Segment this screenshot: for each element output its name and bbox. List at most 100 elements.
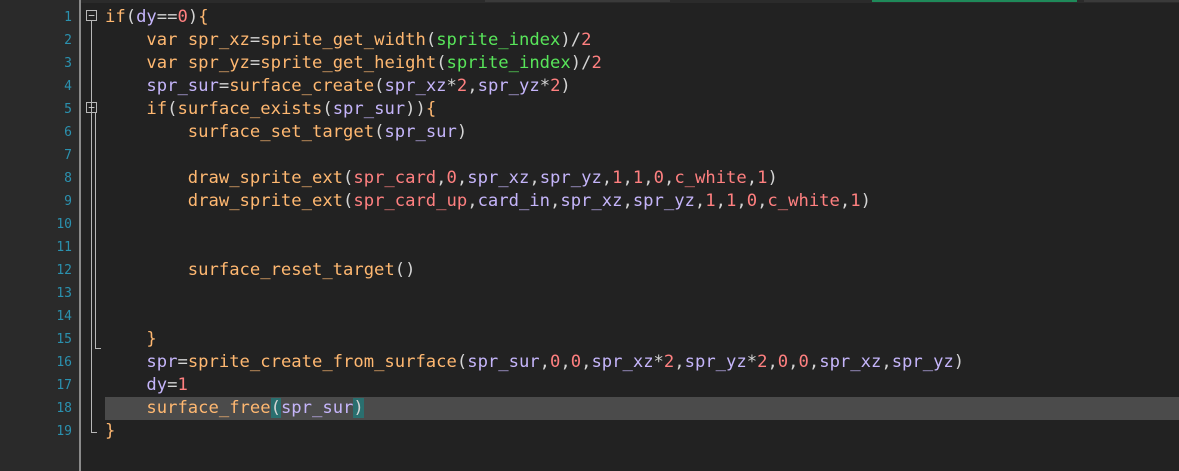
token-variable: spr_sur [280,398,354,418]
token-constant: c_white [767,191,840,211]
token-punctuation: , [674,352,685,372]
code-line[interactable]: var spr_yz=sprite_get_height(sprite_inde… [105,52,1179,75]
line-number: 4 [64,79,72,94]
token-variable: spr_yz [891,352,954,372]
code-editor[interactable]: 1 2 3 4 5 6 7 8 9 10 11 12 13 14 15 16 17 18 19 − − if(dy=… [0,0,1179,471]
token-number-literal: 2 [757,352,768,372]
code-line[interactable]: var spr_xz=sprite_get_width(sprite_index… [105,29,1179,52]
token-variable: spr [146,352,178,372]
token-number-literal: 0 [653,168,664,188]
fold-collapse-icon[interactable]: − [86,10,97,21]
token-number-literal: 1 [757,168,768,188]
token-punctuation: , [757,191,768,211]
code-area[interactable]: if(dy==0){ var spr_xz=sprite_get_width(s… [105,6,1179,443]
token-punctuation: ) [570,53,582,73]
token-punctuation: , [767,352,778,372]
token-variable: spr_sur [332,99,406,119]
token-function-name: sprite_get_height [260,53,437,73]
token-number-literal: 0 [446,168,457,188]
token-punctuation: , [581,352,592,372]
code-line[interactable]: dy=1 [105,374,1179,397]
token-number-literal: 0 [570,352,582,372]
token-punctuation: () [394,260,416,280]
token-variable: spr_sur [467,352,540,372]
token-number-literal: 1 [177,375,188,395]
tab-indicator-1[interactable] [485,0,670,2]
token-function-name: draw_sprite_ext [187,191,344,211]
token-function-name: surface_set_target [187,122,375,142]
token-keyword: if [146,99,168,119]
code-line[interactable]: if(surface_exists(spr_sur)){ [105,98,1179,121]
code-line[interactable] [105,144,1179,167]
code-line[interactable]: draw_sprite_ext(spr_card,0,spr_xz,spr_yz… [105,167,1179,190]
fold-guide-inner [95,113,96,348]
line-number-gutter: 1 2 3 4 5 6 7 8 9 10 11 12 13 14 15 16 17 18 19 [0,0,79,471]
line-number: 17 [56,378,72,393]
line-number: 18 [56,401,72,416]
code-line[interactable]: surface_set_target(spr_sur) [105,121,1179,144]
line-number: 1 [64,10,72,25]
line-number: 12 [56,263,72,278]
code-line[interactable] [105,305,1179,328]
code-line[interactable]: spr_sur=surface_create(spr_xz*2,spr_yz*2… [105,75,1179,98]
token-punctuation: ( [374,76,385,96]
token-variable: spr_xz [467,168,530,188]
token-resource-name: sprite_index [446,53,571,73]
token-function-name: sprite_create_from_surface [187,352,457,372]
code-line[interactable]: spr=sprite_create_from_surface(spr_sur,0… [105,351,1179,374]
token-keyword: } [146,329,157,349]
line-number: 3 [64,56,72,71]
code-line[interactable]: if(dy==0){ [105,6,1179,29]
token-asset-name: spr_card_up [353,191,468,211]
token-operator: / [570,30,582,50]
code-line[interactable]: surface_free(spr_sur) [105,397,1179,420]
code-line[interactable]: surface_reset_target() [105,259,1179,282]
tab-indicator-3[interactable] [1084,0,1179,2]
code-line[interactable]: draw_sprite_ext(spr_card_up,card_in,spr_… [105,190,1179,213]
fold-guide [91,21,92,432]
code-line[interactable] [105,282,1179,305]
token-punctuation: ( [425,30,437,50]
line-number: 13 [56,286,72,301]
token-punctuation: , [601,168,613,188]
code-line[interactable]: } [105,328,1179,351]
token-punctuation: , [622,191,633,211]
token-matched-bracket: ( [270,398,281,418]
tab-strip [0,0,1179,3]
token-number-literal: 1 [725,191,737,211]
token-punctuation: , [746,168,758,188]
token-variable: card_in [477,191,550,211]
token-punctuation: , [539,352,551,372]
token-punctuation: , [788,352,799,372]
code-line[interactable] [105,236,1179,259]
token-operator: = [249,30,261,50]
token-punctuation: , [467,191,478,211]
token-variable: spr_yz [477,76,540,96]
line-number: 19 [56,424,72,439]
token-punctuation: , [436,168,447,188]
token-number-literal: 0 [798,352,809,372]
code-line[interactable]: } [105,420,1179,443]
tab-indicator-2[interactable] [872,0,1077,2]
token-punctuation: , [560,352,571,372]
token-operator: = [249,53,261,73]
token-variable: spr_xz [819,352,882,372]
token-variable: spr_xz [560,191,623,211]
token-operator: = [218,76,230,96]
fold-collapse-icon[interactable]: − [86,102,97,113]
token-punctuation: ) [860,191,871,211]
token-punctuation: ) [560,30,571,50]
token-punctuation: ( [436,53,447,73]
code-line[interactable] [105,213,1179,236]
token-punctuation: ( [322,99,333,119]
token-operator: * [653,352,664,372]
token-punctuation: , [694,191,706,211]
